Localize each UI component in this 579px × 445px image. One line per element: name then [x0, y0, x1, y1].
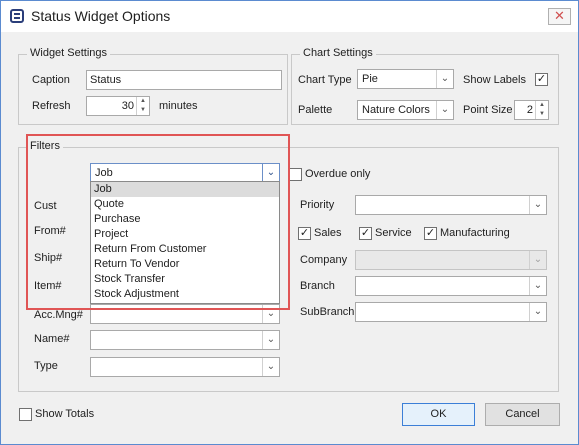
branch-select[interactable]: ⌄ — [355, 276, 547, 296]
type-label: Type — [34, 360, 58, 372]
chevron-down-icon[interactable]: ⌄ — [262, 331, 279, 349]
service-checkbox[interactable]: ✓ — [359, 227, 372, 240]
show-totals-label: Show Totals — [35, 408, 95, 420]
chevron-down-icon[interactable]: ⌄ — [262, 358, 279, 376]
chevron-down-icon[interactable]: ⌄ — [436, 101, 453, 119]
spin-down-icon[interactable]: ▼ — [536, 110, 548, 119]
company-label: Company — [300, 254, 348, 266]
type-select[interactable]: ⌄ — [90, 357, 280, 377]
point-size-stepper[interactable]: 2 ▲ ▼ — [514, 100, 549, 120]
name-label: Name# — [34, 333, 70, 345]
chart-type-select[interactable]: Pie ⌄ — [357, 69, 454, 89]
show-labels-checkbox[interactable]: ✓ — [535, 73, 548, 86]
ok-button[interactable]: OK — [402, 403, 475, 426]
window-title: Status Widget Options — [31, 8, 171, 24]
chart-settings-legend: Chart Settings — [300, 47, 376, 59]
chart-type-label: Chart Type — [298, 74, 352, 86]
spin-up-icon[interactable]: ▲ — [536, 101, 548, 110]
manufacturing-checkbox[interactable]: ✓ — [424, 227, 437, 240]
refresh-value: 30 — [121, 100, 134, 112]
chevron-down-icon[interactable]: ⌄ — [529, 277, 546, 295]
chart-type-value: Pie — [362, 73, 378, 85]
sales-label: Sales — [314, 227, 342, 239]
subbranch-select[interactable]: ⌄ — [355, 302, 547, 322]
palette-label: Palette — [298, 104, 333, 116]
priority-select[interactable]: ⌄ — [355, 195, 547, 215]
chevron-down-icon[interactable]: ⌄ — [436, 70, 453, 88]
overdue-only-label: Overdue only — [305, 168, 371, 180]
chevron-down-icon[interactable]: ⌄ — [529, 196, 546, 214]
show-labels-label: Show Labels — [463, 74, 526, 86]
subbranch-label: SubBranch — [300, 306, 355, 318]
cancel-button[interactable]: Cancel — [485, 403, 560, 426]
service-label: Service — [375, 227, 412, 239]
name-select[interactable]: ⌄ — [90, 330, 280, 350]
overdue-only-checkbox[interactable] — [289, 168, 302, 181]
spin-up-icon[interactable]: ▲ — [137, 97, 149, 106]
caption-input[interactable]: Status — [86, 70, 282, 90]
caption-label: Caption — [32, 74, 70, 86]
branch-label: Branch — [300, 280, 335, 292]
spin-down-icon[interactable]: ▼ — [137, 106, 149, 115]
company-select[interactable]: ⌄ — [355, 250, 547, 270]
palette-select[interactable]: Nature Colors ⌄ — [357, 100, 454, 120]
highlight-annotation-box — [26, 134, 290, 310]
palette-value: Nature Colors — [362, 104, 430, 116]
point-size-label: Point Size — [463, 104, 513, 116]
point-size-value: 2 — [526, 104, 533, 116]
acc-mng-label: Acc.Mng# — [34, 309, 83, 321]
point-size-spin-arrows[interactable]: ▲ ▼ — [535, 101, 548, 119]
sales-checkbox[interactable]: ✓ — [298, 227, 311, 240]
refresh-spin-arrows[interactable]: ▲ ▼ — [136, 97, 149, 115]
widget-settings-legend: Widget Settings — [27, 47, 111, 59]
refresh-stepper[interactable]: 30 ▲ ▼ — [86, 96, 150, 116]
status-widget-options-dialog: Status Widget Options ✕ Widget Settings … — [0, 0, 579, 445]
chevron-down-icon[interactable]: ⌄ — [529, 251, 546, 269]
title-bar: Status Widget Options ✕ — [1, 1, 578, 32]
refresh-label: Refresh — [32, 100, 71, 112]
show-totals-checkbox[interactable] — [19, 408, 32, 421]
chevron-down-icon[interactable]: ⌄ — [529, 303, 546, 321]
priority-label: Priority — [300, 199, 335, 211]
manufacturing-label: Manufacturing — [440, 227, 510, 239]
close-button[interactable]: ✕ — [548, 8, 571, 25]
app-icon — [10, 9, 24, 23]
refresh-unit-label: minutes — [159, 100, 198, 112]
